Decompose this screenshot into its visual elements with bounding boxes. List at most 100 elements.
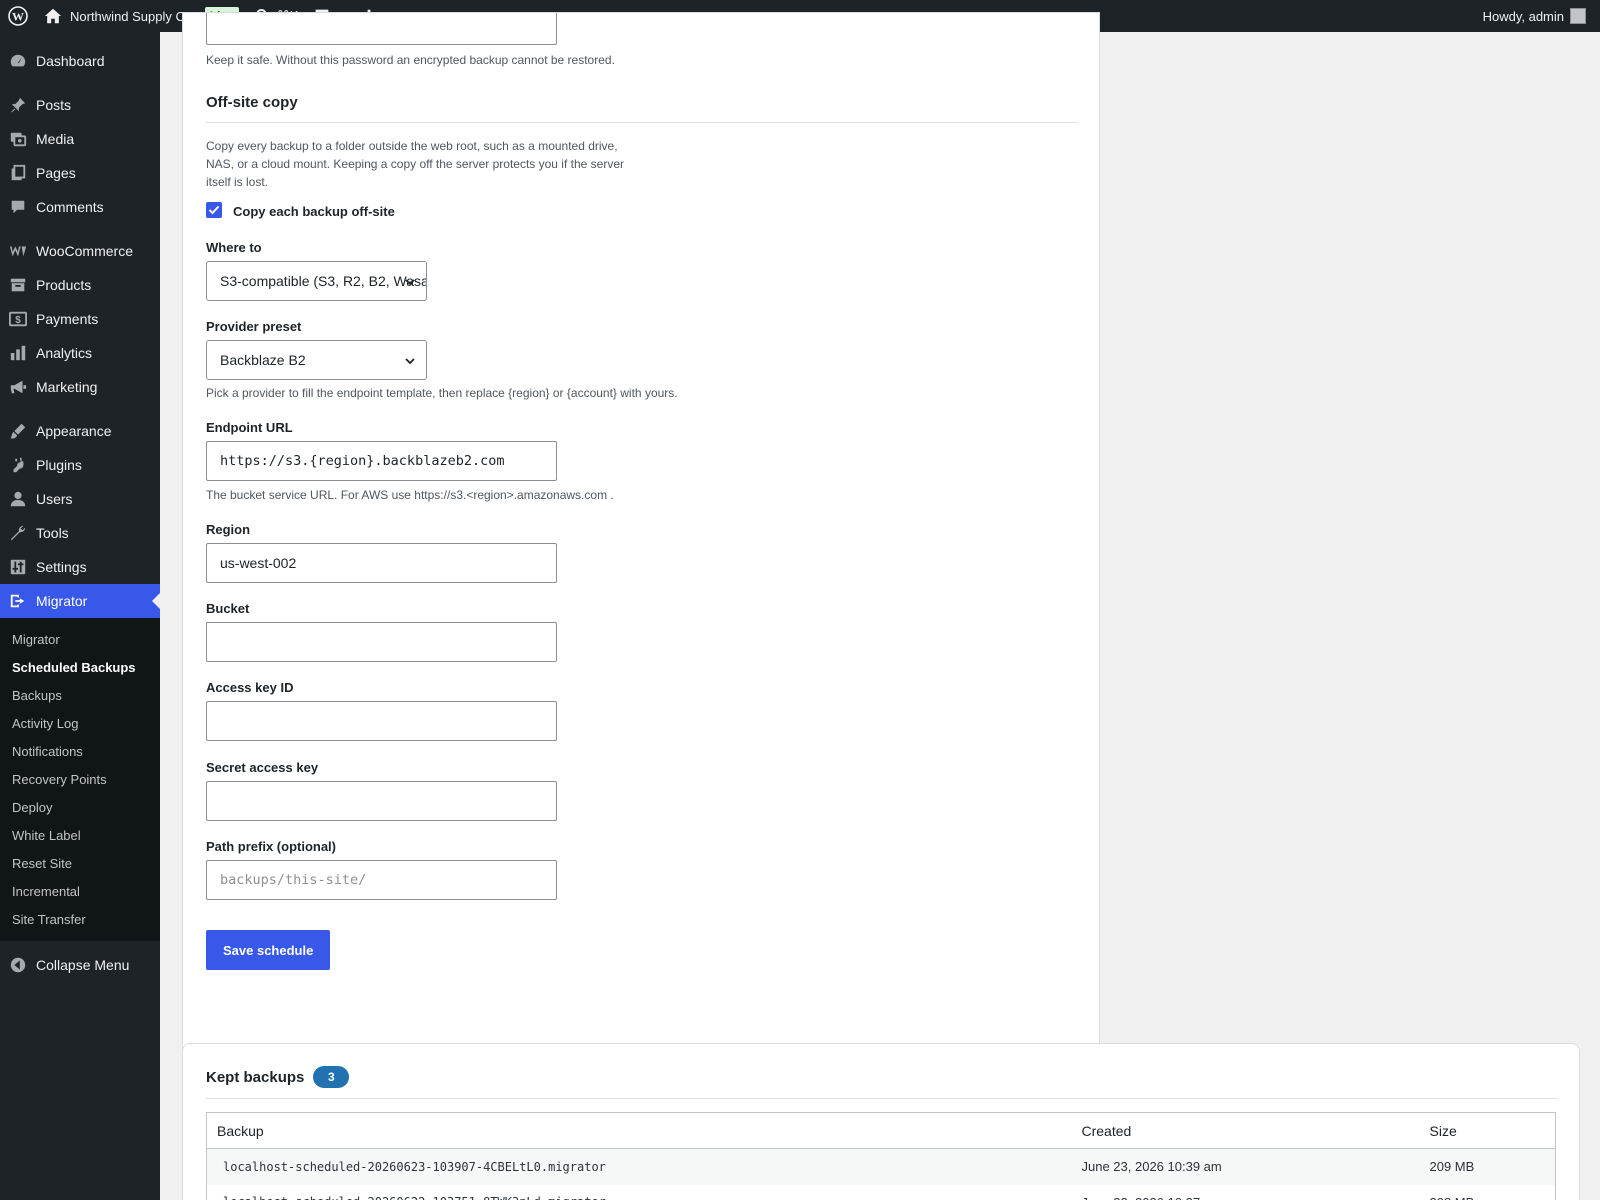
svg-text:W: W [12,10,24,24]
section-divider [206,122,1078,123]
sidebar-item-users[interactable]: Users [0,482,160,516]
sidebar-item-marketing[interactable]: Marketing [0,370,160,404]
sidebar-item-products[interactable]: Products [0,268,160,302]
kept-backups-header: Kept backups 3 [206,1066,350,1088]
sliders-icon [9,558,27,576]
howdy-greeting: Howdy, admin [1482,8,1564,24]
plug-icon [9,456,27,474]
submenu-incremental[interactable]: Incremental [0,877,160,905]
admin-sidebar: Dashboard Posts Media Pages Comments Woo… [0,32,160,1200]
table-row[interactable]: localhost-scheduled-20260622-103751-8TWK… [207,1185,1556,1200]
migrator-submenu: Migrator Scheduled Backups Backups Activ… [0,618,160,941]
backup-filename: localhost-scheduled-20260622-103751-8TWK… [207,1185,1072,1200]
bar-chart-icon [9,344,27,362]
region-label: Region [206,522,251,537]
where-to-label: Where to [206,240,262,255]
sidebar-item-migrator[interactable]: Migrator [0,584,160,618]
table-row[interactable]: localhost-scheduled-20260623-103907-4CBE… [206,1148,1556,1185]
submenu-site-transfer[interactable]: Site Transfer [0,905,160,933]
wordpress-logo-icon[interactable]: W [0,0,36,32]
save-schedule-button[interactable]: Save schedule [206,930,331,970]
woocommerce-icon [9,242,27,260]
offsite-checkbox-label[interactable]: Copy each backup off-site [233,204,395,219]
sidebar-item-dashboard[interactable]: Dashboard [0,44,160,78]
dashboard-gauge-icon [9,52,27,70]
endpoint-url-label: Endpoint URL [206,420,293,435]
svg-text:$: $ [15,315,21,326]
provider-preset-label: Provider preset [206,319,302,334]
collapse-arrow-icon [9,956,27,974]
sidebar-item-posts[interactable]: Posts [0,88,160,122]
offsite-description-line-1: Copy every backup to a folder outside th… [206,139,618,153]
endpoint-url-input[interactable]: https://s3.{region}.backblazeb2.com [206,441,557,481]
collapse-menu-button[interactable]: Collapse Menu [0,948,160,982]
kept-backups-table: Backup Created Size localhost-scheduled-… [206,1112,1556,1200]
region-input[interactable]: us-west-002 [206,543,557,583]
sidebar-item-woocommerce[interactable]: WooCommerce [0,234,160,268]
offsite-description-line-2: NAS, or a cloud mount. Keeping a copy of… [206,157,624,171]
encryption-password-field[interactable] [206,13,557,45]
archive-box-icon [9,276,27,294]
backup-size: 208 MB [1420,1185,1556,1200]
path-prefix-input[interactable]: backups/this-site/ [206,860,557,900]
provider-preset-value: Backblaze B2 [220,352,306,368]
bucket-label: Bucket [206,601,250,616]
sidebar-item-settings[interactable]: Settings [0,550,160,584]
home-icon [44,7,62,25]
bucket-input[interactable] [206,622,557,662]
submenu-deploy[interactable]: Deploy [0,793,160,821]
submenu-reset-site[interactable]: Reset Site [0,849,160,877]
submenu-scheduled-backups[interactable]: Scheduled Backups [0,653,160,681]
secret-key-input[interactable] [206,781,557,821]
submenu-white-label[interactable]: White Label [0,821,160,849]
account-menu[interactable]: Howdy, admin [1475,0,1600,32]
provider-preset-select[interactable]: Backblaze B2 [206,340,427,380]
sidebar-item-analytics[interactable]: Analytics [0,336,160,370]
password-help-text: Keep it safe. Without this password an e… [206,53,615,67]
avatar [1570,8,1586,24]
provider-help-text: Pick a provider to fill the endpoint tem… [206,386,678,400]
user-icon [9,490,27,508]
sidebar-item-appearance[interactable]: Appearance [0,414,160,448]
schedule-settings-card: Keep it safe. Without this password an e… [182,12,1100,1055]
sidebar-item-media[interactable]: Media [0,122,160,156]
path-prefix-label: Path prefix (optional) [206,839,336,854]
access-key-input[interactable] [206,701,557,741]
dollar-icon: $ [9,310,27,328]
checkmark-icon [208,205,220,215]
submenu-notifications[interactable]: Notifications [0,737,160,765]
section-divider [206,1098,1558,1099]
submenu-recovery-points[interactable]: Recovery Points [0,765,160,793]
paintbrush-icon [9,422,27,440]
chevron-down-icon [405,279,415,286]
comment-bubble-icon [9,198,27,216]
chevron-down-icon [405,358,415,365]
where-to-select[interactable]: S3-compatible (S3, R2, B2, Wasabi) [206,261,427,301]
sidebar-item-plugins[interactable]: Plugins [0,448,160,482]
main-content: Keep it safe. Without this password an e… [160,12,1600,1200]
backup-created: June 22, 2026 10:37 am [1072,1185,1420,1200]
backup-created: June 23, 2026 10:39 am [1071,1148,1420,1185]
sidebar-item-payments[interactable]: $ Payments [0,302,160,336]
submenu-backups[interactable]: Backups [0,681,160,709]
offsite-section-title: Off-site copy [206,94,298,111]
column-header-backup[interactable]: Backup [206,1112,1072,1149]
kept-backups-title: Kept backups [206,1068,305,1086]
column-header-created[interactable]: Created [1071,1112,1420,1149]
offsite-copy-checkbox[interactable] [206,202,222,218]
endpoint-url-value: https://s3.{region}.backblazeb2.com [220,453,505,469]
submenu-activity-log[interactable]: Activity Log [0,709,160,737]
column-header-size[interactable]: Size [1419,1112,1556,1149]
wrench-icon [9,524,27,542]
sidebar-item-comments[interactable]: Comments [0,190,160,224]
offsite-description-line-3: itself is lost. [206,175,269,189]
sidebar-item-pages[interactable]: Pages [0,156,160,190]
access-key-label: Access key ID [206,680,294,695]
migrate-exit-icon [9,592,27,610]
backup-filename: localhost-scheduled-20260623-103907-4CBE… [206,1148,1072,1185]
sidebar-item-tools[interactable]: Tools [0,516,160,550]
backup-count-badge: 3 [313,1066,350,1088]
site-name: Northwind Supply Co. [70,8,196,24]
path-prefix-placeholder: backups/this-site/ [220,872,367,888]
submenu-migrator[interactable]: Migrator [0,625,160,653]
